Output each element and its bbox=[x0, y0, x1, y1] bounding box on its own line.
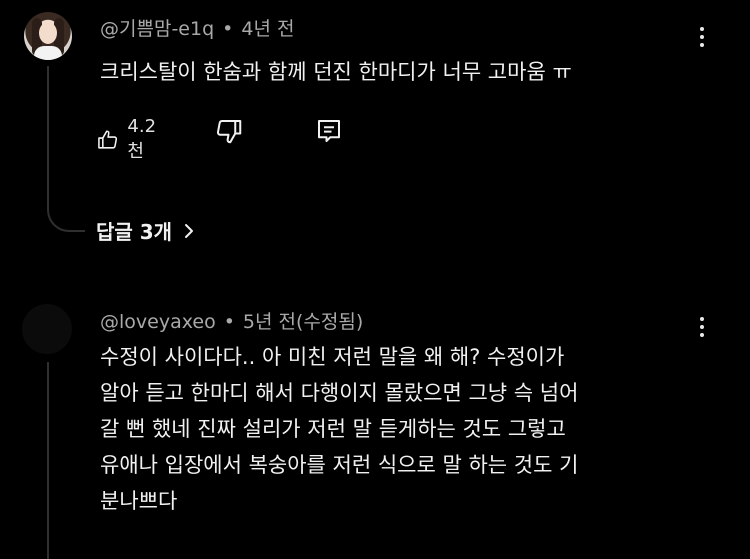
chevron-right-icon bbox=[185, 223, 194, 238]
comment-time[interactable]: 5년 전(수정됨) bbox=[243, 311, 363, 333]
comment-line: 유애나 입장에서 복숭아를 저런 식으로 말 하는 것도 기 bbox=[100, 453, 579, 477]
more-options-button[interactable] bbox=[690, 312, 714, 342]
comment-meta: @기쁨맘-e1q • 4년 전 bbox=[100, 14, 294, 41]
comment-time[interactable]: 4년 전 bbox=[241, 18, 294, 40]
author-name[interactable]: @loveyaxeo bbox=[100, 311, 216, 333]
comment-line: 수정이 사이다다.. 아 미친 저런 말을 왜 해? 수정이가 bbox=[100, 345, 565, 369]
thread-line bbox=[47, 362, 49, 559]
thumbs-up-icon bbox=[98, 129, 118, 149]
comment-line: 갈 뻔 했네 진짜 설리가 저런 말 듣게하는 것도 그렇고 bbox=[100, 417, 566, 441]
thread-line bbox=[47, 66, 49, 204]
author-name[interactable]: @기쁨맘-e1q bbox=[100, 18, 214, 40]
thumbs-down-icon bbox=[216, 120, 242, 144]
more-vertical-icon bbox=[700, 27, 704, 31]
comment-meta: @loveyaxeo • 5년 전(수정됨) bbox=[100, 307, 363, 334]
avatar-face bbox=[39, 22, 57, 44]
replies-count-label: 답글 3개 bbox=[96, 220, 173, 244]
comment-line: 분나쁘다 bbox=[100, 489, 178, 513]
comment-text: 크리스탈이 한숨과 함께 던진 한마디가 너무 고마움 ㅠ bbox=[100, 60, 572, 84]
view-replies-button[interactable]: 답글 3개 bbox=[96, 216, 196, 245]
like-button[interactable]: 4.2천 bbox=[96, 116, 163, 163]
reply-button[interactable] bbox=[314, 116, 344, 146]
more-vertical-icon bbox=[700, 317, 704, 321]
comment-line: 알아 듣고 한마디 해서 다행이지 몰랐으면 그냥 슥 넘어 bbox=[100, 381, 579, 405]
comment-reply-icon bbox=[318, 120, 340, 142]
avatar[interactable] bbox=[24, 12, 72, 60]
like-count: 4.2천 bbox=[127, 116, 157, 162]
avatar[interactable] bbox=[22, 304, 72, 354]
dislike-button[interactable] bbox=[214, 116, 244, 146]
meta-separator: • bbox=[222, 18, 234, 40]
avatar-body bbox=[34, 46, 62, 60]
comment-text: 수정이 사이다다.. 아 미친 저런 말을 왜 해? 수정이가 알아 듣고 한마… bbox=[100, 339, 720, 519]
more-options-button[interactable] bbox=[690, 22, 714, 52]
thread-curve bbox=[47, 196, 85, 232]
meta-separator: • bbox=[223, 311, 235, 333]
